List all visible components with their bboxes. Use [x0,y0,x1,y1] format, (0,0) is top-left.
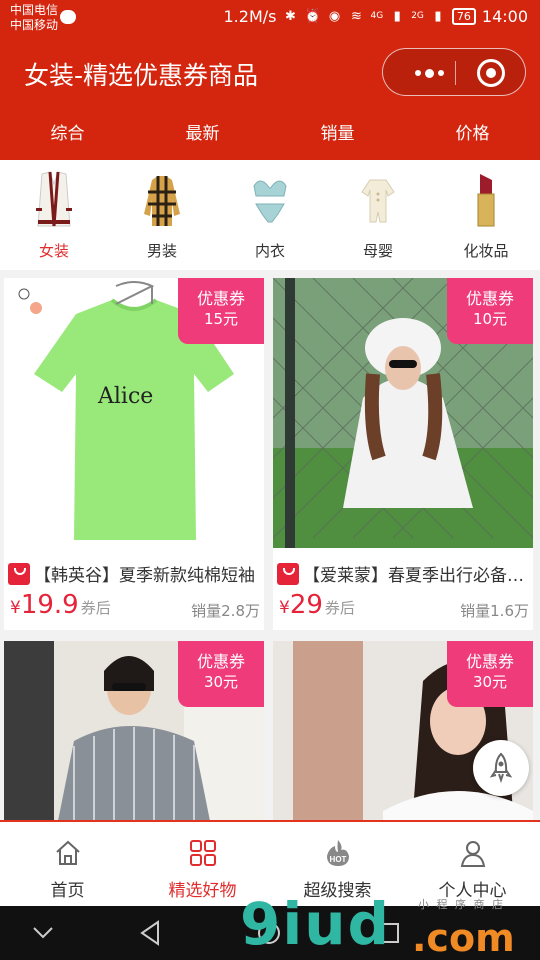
cardigan-icon [36,171,72,227]
tab-super-search-label: 超级搜索 [303,881,372,901]
signal-4g-label: 4G [370,11,384,21]
tab-profile-label: 个人中心 [438,881,507,901]
price-suffix: 券后 [324,599,355,617]
coupon-amount: 30元 [472,673,508,691]
bottom-tab-bar: 首页 精选好物 HOT 超级搜索 个人中心 [0,820,540,906]
product-price: ¥19.9 券后 [10,590,111,620]
sort-tab-newest[interactable]: 最新 [135,114,270,160]
bluetooth-icon: ✱ [285,8,296,24]
product-card[interactable]: Alice 优惠券 15元 【韩英谷】夏季新款纯棉短袖 ¥19.9 券后 销量2.… [4,278,264,630]
lingerie-icon [253,180,287,223]
alarm-icon: ⏰ [304,8,321,24]
coupon-badge: 优惠券 10元 [447,278,533,344]
capsule-divider [455,61,456,85]
tab-home[interactable]: 首页 [0,822,135,906]
tab-home-label: 首页 [50,881,85,901]
more-menu-button[interactable] [405,49,453,97]
lipstick-icon [477,174,495,227]
category-baby-label: 母婴 [362,242,393,260]
status-right: 1.2M/s ✱ ⏰ ◉ ≋ 4G ▮ 2G ▮ 76 14:00 [224,7,529,26]
price-value: 29 [289,590,323,620]
coupon-amount: 30元 [203,673,239,691]
sort-tab-price[interactable]: 价格 [405,114,540,160]
category-cosmetics-label: 化妆品 [463,242,509,260]
signal-icon-2: ▮ [434,8,442,24]
dot [424,68,434,78]
category-women[interactable]: 女装 [0,160,108,270]
rocket-icon [489,752,513,784]
message-icon [60,10,76,24]
category-bar: 女装 男装 内衣 母婴 化妆品 [0,160,540,270]
wifi-icon: ≋ [351,8,362,24]
price-symbol: ¥ [10,598,21,618]
close-target-button[interactable] [477,59,505,87]
title-bar: 女装-精选优惠券商品 [0,36,540,114]
home-icon [55,840,80,865]
product-name: 【爱莱蒙】春夏季出行必备防晒衣 [303,566,533,585]
signal-icon: ▮ [393,8,401,24]
price-symbol: ¥ [279,598,290,618]
product-sales: 销量1.6万 [460,602,529,620]
dot [437,70,444,76]
coupon-badge: 优惠券 30元 [178,641,264,707]
carrier-1: 中国电信 [10,3,59,17]
plaid-shirt-icon [144,176,180,226]
battery-icon: 76 [451,8,476,25]
back-to-top-button[interactable] [473,740,529,796]
hot-badge-text: HOT [329,855,346,864]
hot-fire-icon: HOT [326,840,349,866]
android-nav-bar [0,906,540,960]
category-women-label: 女装 [38,242,69,260]
grid-icon [189,840,216,866]
clock: 14:00 [481,7,528,26]
status-bar: 中国电信 中国移动 1.2M/s ✱ ⏰ ◉ ≋ 4G ▮ 2G ▮ 76 14… [0,0,540,36]
category-baby[interactable]: 母婴 [324,160,432,270]
baby-romper-icon [361,179,395,223]
carrier-2: 中国移动 [10,18,59,32]
coupon-title: 优惠券 [196,652,245,671]
tab-profile[interactable]: 个人中心 [405,822,540,906]
coupon-title: 优惠券 [196,289,245,308]
product-name: 【韩英谷】夏季新款纯棉短袖 [34,566,255,585]
page-title: 女装-精选优惠券商品 [24,61,259,90]
network-speed: 1.2M/s [223,7,277,26]
product-sales: 销量2.8万 [191,602,260,620]
category-cosmetics[interactable]: 化妆品 [432,160,540,270]
carrier-info: 中国电信 中国移动 [10,3,58,33]
eye-icon: ◉ [328,8,341,24]
category-underwear[interactable]: 内衣 [216,160,324,270]
coupon-amount: 10元 [472,310,508,328]
dot [414,70,421,76]
product-card[interactable]: 优惠券 30元 [4,641,264,821]
price-value: 19.9 [20,590,79,620]
tab-featured-label: 精选好物 [168,881,237,901]
coupon-badge: 优惠券 15元 [178,278,264,344]
tab-featured[interactable]: 精选好物 [135,822,270,906]
tab-super-search[interactable]: HOT 超级搜索 [270,822,405,906]
battery-level: 76 [456,10,471,23]
back-icon[interactable] [138,920,162,946]
coupon-title: 优惠券 [465,652,514,671]
sort-tab-sales[interactable]: 销量 [270,114,405,160]
sort-tab-comprehensive[interactable]: 综合 [0,114,135,160]
price-suffix: 券后 [80,599,111,617]
category-underwear-label: 内衣 [254,242,285,260]
category-men[interactable]: 男装 [108,160,216,270]
sort-tabs: 综合 最新 销量 价格 [0,114,540,160]
mini-program-capsule [382,48,526,96]
recents-icon[interactable] [378,922,400,944]
coupon-amount: 15元 [203,310,239,328]
home-circle-icon[interactable] [256,920,282,946]
chevron-down-icon[interactable] [32,926,54,940]
product-price: ¥29 券后 [279,590,355,620]
product-card[interactable]: 优惠券 10元 【爱莱蒙】春夏季出行必备防晒衣 ¥29 券后 销量1.6万 [273,278,533,630]
signal-2g-label: 2G [411,11,424,21]
coupon-title: 优惠券 [465,289,514,308]
category-men-label: 男装 [146,242,177,260]
coupon-badge: 优惠券 30元 [447,641,533,707]
user-icon [460,841,485,867]
tshirt-print-text: Alice [98,384,154,409]
